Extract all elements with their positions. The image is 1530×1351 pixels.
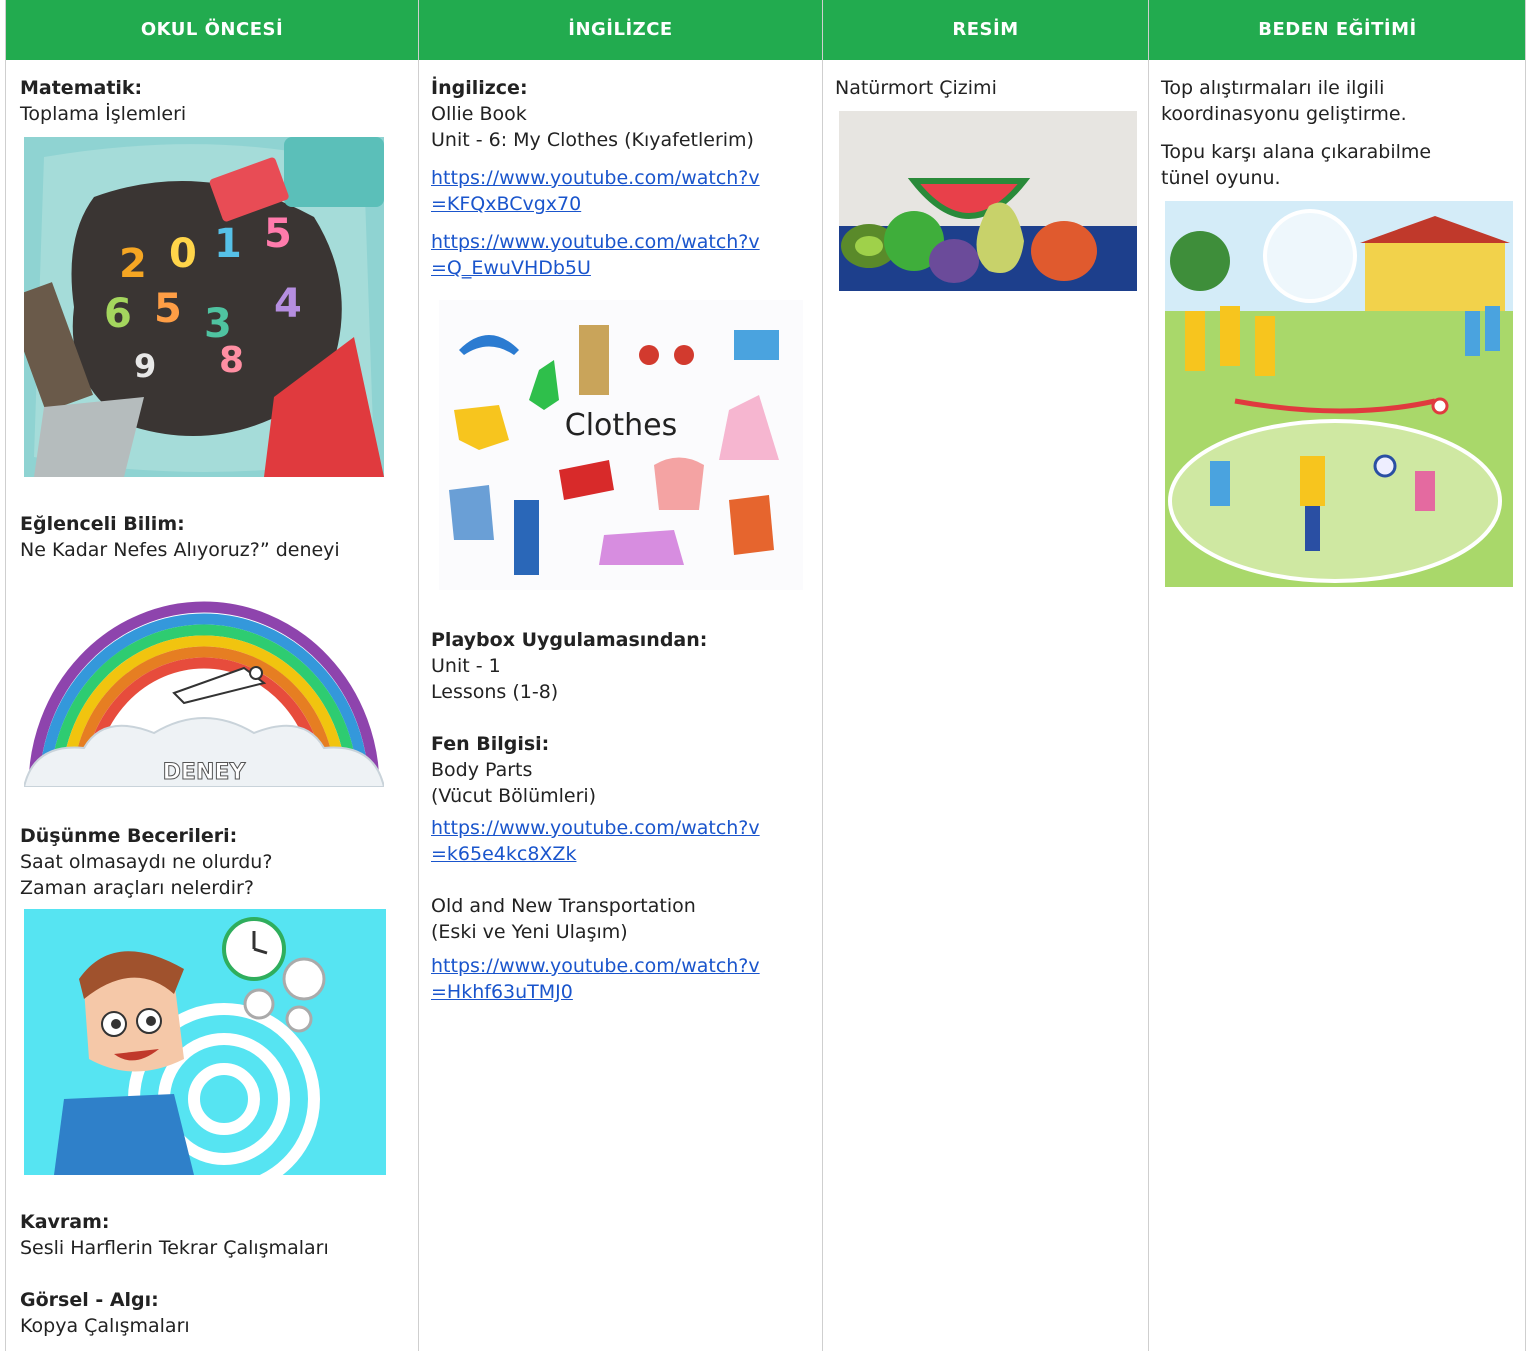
header-resim: RESİM — [952, 19, 1019, 40]
youtube-link-1-cont[interactable]: =KFQxBCvgx70 — [431, 191, 581, 217]
still-life-image — [839, 111, 1137, 291]
gorsel-title: Görsel - Algı: — [20, 1289, 159, 1311]
beden-line3: Topu karşı alana çıkarabilme — [1161, 141, 1432, 163]
playbox-unit: Unit - 1 — [431, 655, 501, 677]
clothes-image: Clothes — [439, 300, 803, 590]
deney-label: DENEY — [163, 760, 247, 785]
svg-text:8: 8 — [219, 340, 244, 381]
header-ingilizce: İNGİLİZCE — [568, 19, 673, 40]
beden-line4: tünel oyunu. — [1161, 167, 1281, 189]
ingilizce-title: İngilizce: — [431, 77, 528, 99]
svg-text:4: 4 — [274, 281, 302, 327]
matematik-text: Toplama İşlemleri — [20, 103, 187, 125]
gorsel-text: Kopya Çalışmaları — [20, 1315, 190, 1337]
activity-table: OKUL ÖNCESİ İNGİLİZCE RESİM BEDEN EĞİTİM… — [5, 0, 1526, 1351]
beden-line2: koordinasyonu geliştirme. — [1161, 103, 1407, 125]
kavram-text: Sesli Harflerin Tekrar Çalışmaları — [20, 1237, 329, 1259]
transport-line1: Old and New Transportation — [431, 895, 696, 917]
column-divider — [1148, 0, 1149, 1351]
unit-6-label: Unit - 6: My Clothes (Kıyafetlerim) — [431, 129, 754, 151]
kavram-title: Kavram: — [20, 1211, 110, 1233]
dusunme-line2: Zaman araçları nelerdir? — [20, 877, 254, 899]
youtube-link-4-cont[interactable]: =Hkhf63uTMJ0 — [431, 979, 573, 1005]
youtube-link-4[interactable]: https://www.youtube.com/watch?v — [431, 953, 760, 979]
column-divider — [418, 0, 419, 1351]
svg-text:6: 6 — [104, 291, 132, 337]
playbox-lessons: Lessons (1-8) — [431, 681, 559, 703]
deney-image: DENEY — [24, 573, 384, 787]
body-parts: Body Parts — [431, 759, 533, 781]
svg-text:5: 5 — [264, 211, 292, 257]
youtube-link-3-cont[interactable]: =k65e4kc8XZk — [431, 841, 576, 867]
transport-line2: (Eski ve Yeni Ulaşım) — [431, 921, 628, 943]
vucut-bolumleri: (Vücut Bölümleri) — [431, 785, 597, 807]
youtube-link-1[interactable]: https://www.youtube.com/watch?v — [431, 165, 760, 191]
math-image: 2 0 1 5 6 5 3 4 8 9 — [24, 137, 384, 477]
matematik-title: Matematik: — [20, 77, 143, 99]
bilim-title: Eğlenceli Bilim: — [20, 513, 185, 535]
svg-text:9: 9 — [134, 347, 156, 385]
table-header: OKUL ÖNCESİ İNGİLİZCE RESİM BEDEN EĞİTİM… — [6, 0, 1525, 60]
youtube-link-2[interactable]: https://www.youtube.com/watch?v — [431, 229, 760, 255]
bilim-text: Ne Kadar Nefes Alıyoruz?” deneyi — [20, 539, 340, 561]
beden-line1: Top alıştırmaları ile ilgili — [1161, 77, 1385, 99]
svg-text:0: 0 — [169, 231, 197, 277]
youtube-link-2-cont[interactable]: =Q_EwuVHDb5U — [431, 255, 591, 281]
playbox-title: Playbox Uygulamasından: — [431, 629, 708, 651]
fen-title: Fen Bilgisi: — [431, 733, 550, 755]
clothes-label: Clothes — [565, 408, 678, 443]
svg-text:5: 5 — [154, 286, 182, 332]
youtube-link-3[interactable]: https://www.youtube.com/watch?v — [431, 815, 760, 841]
ollie-book: Ollie Book — [431, 103, 527, 125]
svg-text:1: 1 — [214, 221, 242, 267]
naturmort-text: Natürmort Çizimi — [835, 77, 997, 99]
header-okul-oncesi: OKUL ÖNCESİ — [140, 19, 284, 40]
dusunme-title: Düşünme Becerileri: — [20, 825, 238, 847]
dusunme-line1: Saat olmasaydı ne olurdu? — [20, 851, 273, 873]
svg-text:2: 2 — [119, 241, 147, 287]
ball-game-image — [1165, 201, 1513, 587]
column-divider — [822, 0, 823, 1351]
header-beden-egitimi: BEDEN EĞİTİMİ — [1258, 19, 1417, 40]
clock-boy-image — [24, 909, 386, 1175]
